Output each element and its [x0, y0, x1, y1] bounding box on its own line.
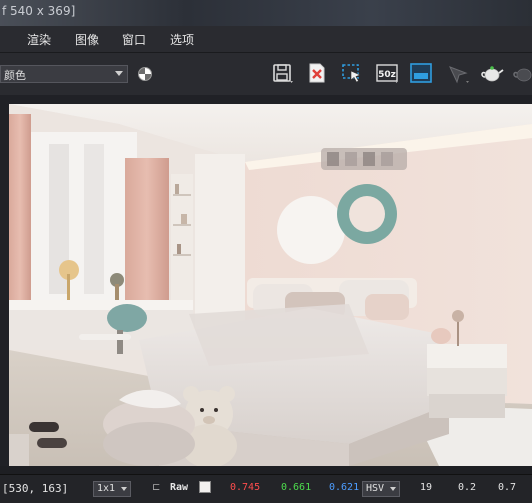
value-value: 0.7 [498, 482, 517, 493]
region-render-icon [342, 64, 361, 83]
raw-label: Raw [170, 482, 189, 493]
region-render-button[interactable] [340, 61, 364, 85]
color-mode-select[interactable]: HSV [362, 481, 400, 497]
render-alt-button[interactable] [512, 61, 532, 85]
red-value: 0.745 [230, 482, 261, 493]
render-viewport[interactable] [9, 104, 532, 466]
rendered-bedroom-image [9, 104, 532, 466]
chevron-down-icon [115, 71, 123, 76]
zoom-select-value: 1x1 [97, 483, 116, 494]
chevron-down-icon [121, 487, 127, 491]
history-icon: 50z [376, 64, 398, 83]
chevron-down-icon [390, 487, 396, 491]
menu-bar: 渲染 图像 窗口 选项 [0, 26, 532, 53]
hue-value: 19 [420, 482, 433, 493]
history-button[interactable]: 50z [375, 61, 399, 85]
raw-toggle-icon[interactable]: ⊏ [152, 482, 160, 494]
frame-buffer-window: f 540 x 369] 渲染 图像 窗口 选项 颜色 50z [530, 16… [0, 0, 532, 503]
render-button[interactable] [480, 61, 504, 85]
blue-value: 0.621 [329, 482, 360, 493]
compare-button[interactable] [409, 61, 433, 85]
pixel-color-swatch [199, 481, 211, 493]
saturation-value: 0.2 [458, 482, 477, 493]
save-icon [273, 64, 293, 83]
toolbar: 颜色 50z [0, 53, 532, 95]
clear-image-icon [309, 63, 325, 83]
history-label: 50z [378, 70, 396, 80]
track-mouse-icon [449, 66, 469, 84]
clear-image-button[interactable] [305, 61, 329, 85]
channel-select-value: 颜色 [4, 69, 26, 82]
menu-image[interactable]: 图像 [75, 31, 99, 48]
track-mouse-button[interactable] [446, 61, 470, 85]
color-mode-value: HSV [366, 483, 385, 494]
render-teapot-icon [481, 66, 504, 82]
save-button[interactable] [270, 61, 294, 85]
menu-window[interactable]: 窗口 [122, 31, 146, 48]
monochrome-toggle-icon[interactable] [138, 67, 152, 81]
compare-icon [410, 63, 432, 83]
viewport-border-top [0, 95, 532, 104]
window-title: f 540 x 369] [2, 4, 76, 18]
status-bar: [530, 163] 1x1 ⊏ Raw 0.745 0.661 0.621 H… [0, 474, 532, 503]
zoom-select[interactable]: 1x1 [93, 481, 131, 497]
menu-render[interactable]: 渲染 [27, 31, 51, 48]
menu-options[interactable]: 选项 [170, 31, 194, 48]
render-teapot-alt-icon [513, 68, 532, 82]
title-bar: f 540 x 369] [0, 0, 532, 26]
pixel-coordinates: [530, 163] [2, 482, 69, 495]
channel-select[interactable]: 颜色 [0, 65, 128, 83]
green-value: 0.661 [281, 482, 312, 493]
viewport-border-left [0, 95, 9, 466]
